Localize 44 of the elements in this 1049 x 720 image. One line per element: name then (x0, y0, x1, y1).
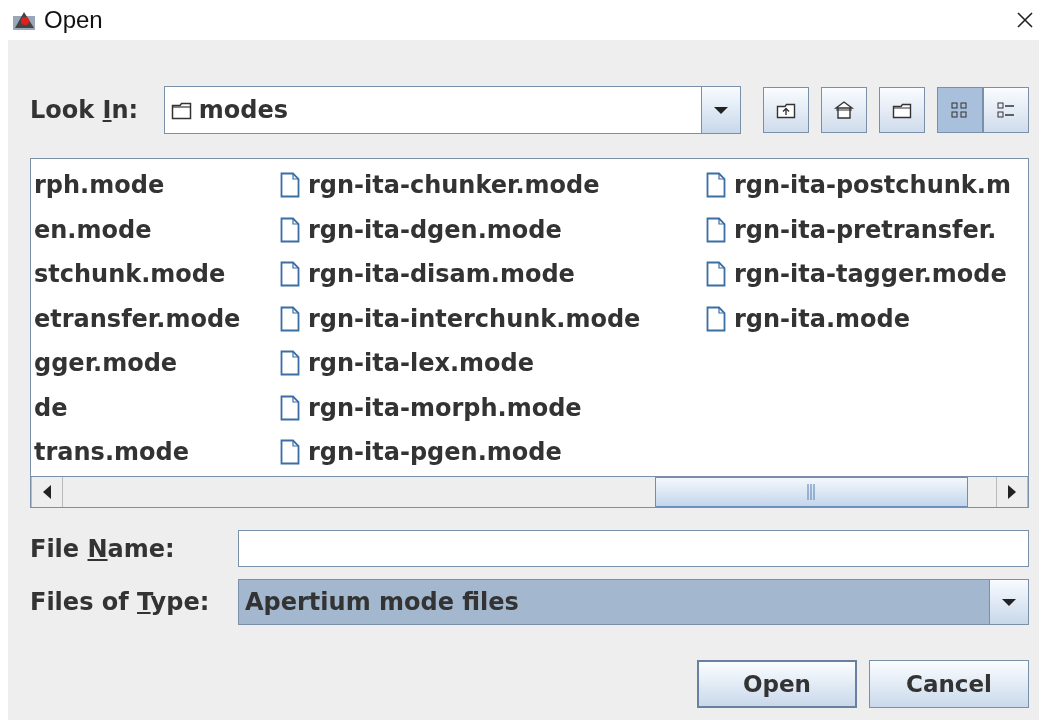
home-icon (833, 99, 855, 121)
cancel-button[interactable]: Cancel (869, 660, 1029, 708)
look-in-dropdown[interactable]: modes (163, 86, 741, 134)
file-name[interactable]: rph.mode (34, 171, 165, 200)
file-name[interactable]: trans.mode (34, 438, 189, 467)
scroll-thumb[interactable] (654, 477, 969, 507)
file-name[interactable]: en.mode (34, 215, 152, 244)
file-name-field[interactable] (238, 530, 1029, 567)
file-name[interactable]: rgn-ita-dgen.mode (308, 215, 562, 244)
file-name[interactable]: rgn-ita-tagger.mode (734, 260, 1007, 289)
open-button[interactable]: Open (697, 660, 857, 708)
dropdown-value: Apertium mode files (245, 588, 519, 616)
caret-icon (1001, 597, 1017, 607)
scroll-left-icon (43, 485, 51, 499)
window-title: Open (44, 6, 103, 34)
file-name[interactable]: gger.mode (34, 349, 178, 378)
file-name[interactable]: rgn-ita-disam.mode (308, 260, 575, 289)
file-name[interactable]: de (34, 393, 68, 422)
toolbar-button[interactable] (763, 87, 809, 133)
file-name[interactable]: rgn-ita-lex.mode (308, 349, 534, 378)
file-name[interactable]: rgn-ita-pretransfer. (734, 215, 997, 244)
folder-icon (170, 100, 193, 120)
field-label: File Name: (30, 534, 176, 563)
file-name[interactable]: rgn-ita-chunker.mode (308, 171, 600, 200)
file-name[interactable]: stchunk.mode (34, 260, 226, 289)
field-label: Look In: (30, 96, 140, 124)
horizontal-scrollbar[interactable] (31, 476, 1028, 507)
file-name[interactable]: rgn-ita-postchunk.m (734, 171, 1011, 200)
file-name[interactable]: rgn-ita-interchunk.mode (308, 304, 641, 333)
file-name[interactable]: etransfer.mode (34, 304, 241, 333)
toolbar-button[interactable] (821, 87, 867, 133)
scroll-right-icon (1008, 485, 1016, 499)
file-type-dropdown[interactable]: Apertium mode files (238, 579, 1029, 625)
file-name[interactable]: rgn-ita-pgen.mode (308, 438, 562, 467)
field-label: Files of Type: (30, 588, 211, 616)
file-name[interactable]: rgn-ita.mode (734, 304, 911, 333)
grip-icon (806, 484, 817, 500)
details-view-icon (995, 99, 1017, 121)
toolbar-button[interactable] (879, 87, 925, 133)
toolbar-button[interactable] (983, 87, 1029, 133)
file-name[interactable]: rgn-ita-morph.mode (308, 393, 582, 422)
dropdown-value: modes (198, 96, 289, 124)
close-icon[interactable] (1015, 10, 1035, 30)
caret-icon (713, 105, 729, 115)
